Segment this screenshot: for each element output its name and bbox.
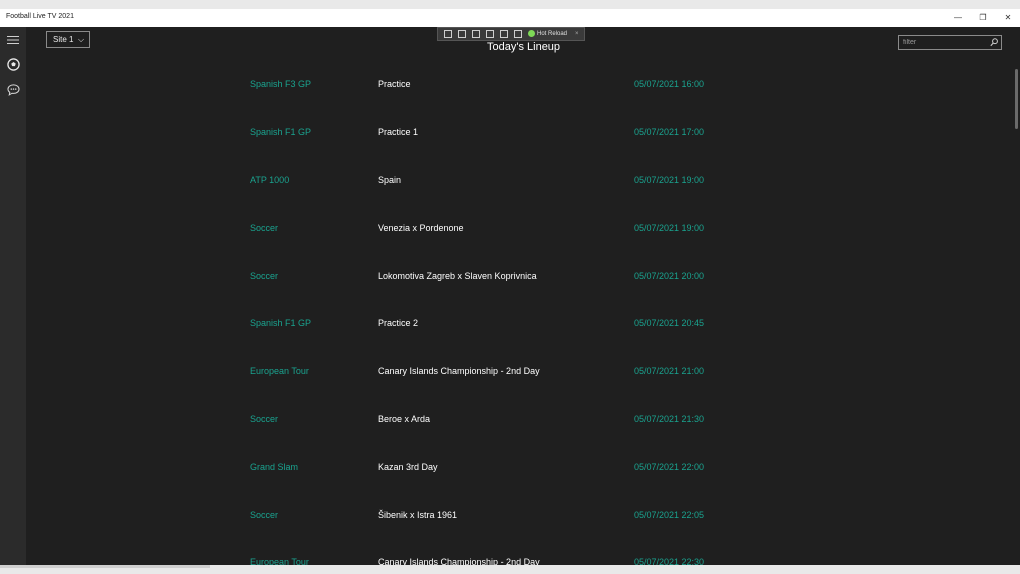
- close-button[interactable]: ✕: [996, 9, 1020, 27]
- lineup-row[interactable]: Soccer Lokomotiva Zagreb x Slaven Kopriv…: [26, 270, 1006, 290]
- event-datetime: 05/07/2021 20:00: [634, 271, 705, 281]
- lineup-row[interactable]: Spanish F1 GP Practice 1 05/07/2021 17:0…: [26, 126, 1006, 146]
- hamburger-icon: [7, 36, 19, 44]
- nav-item-chat[interactable]: [0, 79, 26, 101]
- event-name: Šibenik x Istra 1961: [378, 510, 458, 520]
- app-window: Football Live TV 2021 — ❐ ✕ Site 1 ⌵ Hot…: [0, 9, 1020, 565]
- event-name: Practice 2: [378, 318, 419, 328]
- main-content: Site 1 ⌵ Hot Reload × Today's Lineup fil…: [26, 27, 1020, 565]
- lineup-row[interactable]: European Tour Canary Islands Championshi…: [26, 365, 1006, 385]
- event-datetime: 05/07/2021 22:00: [634, 462, 705, 472]
- event-name: Canary Islands Championship - 2nd Day: [378, 366, 540, 376]
- lineup-row[interactable]: Soccer Šibenik x Istra 1961 05/07/2021 2…: [26, 509, 1006, 529]
- lineup-row[interactable]: Grand Slam Kazan 3rd Day 05/07/2021 22:0…: [26, 461, 1006, 481]
- event-datetime: 05/07/2021 16:00: [634, 79, 705, 89]
- event-name: Kazan 3rd Day: [378, 462, 438, 472]
- sport-name: Spanish F3 GP: [250, 79, 312, 89]
- event-datetime: 05/07/2021 22:05: [634, 510, 705, 520]
- event-datetime: 05/07/2021 20:45: [634, 318, 705, 328]
- sport-name: Spanish F1 GP: [250, 318, 312, 328]
- maximize-button[interactable]: ❐: [971, 9, 995, 27]
- soccer-ball-icon: [6, 57, 20, 71]
- event-datetime: 05/07/2021 19:00: [634, 223, 705, 233]
- sport-name: Grand Slam: [250, 462, 299, 472]
- minimize-button[interactable]: —: [946, 9, 970, 27]
- event-name: Beroe x Arda: [378, 414, 431, 424]
- event-datetime: 05/07/2021 22:30: [634, 557, 705, 565]
- event-name: Practice: [378, 79, 411, 89]
- event-datetime: 05/07/2021 17:00: [634, 127, 705, 137]
- lineup-row[interactable]: Soccer Venezia x Pordenone 05/07/2021 19…: [26, 222, 1006, 242]
- nav-item-football[interactable]: [0, 53, 26, 75]
- event-name: Spain: [378, 175, 402, 185]
- event-name: Practice 1: [378, 127, 419, 137]
- navigation-rail: [0, 27, 26, 565]
- event-name: Lokomotiva Zagreb x Slaven Koprivnica: [378, 271, 537, 281]
- sport-name: Soccer: [250, 414, 279, 424]
- event-datetime: 05/07/2021 21:00: [634, 366, 705, 376]
- event-name: Venezia x Pordenone: [378, 223, 464, 233]
- vertical-scrollbar[interactable]: [1015, 69, 1018, 129]
- lineup-list: Spanish F3 GP Practice 05/07/2021 16:00 …: [26, 27, 1006, 565]
- event-datetime: 05/07/2021 19:00: [634, 175, 705, 185]
- horizontal-scrollbar[interactable]: [0, 565, 210, 568]
- lineup-row[interactable]: Spanish F3 GP Practice 05/07/2021 16:00: [26, 78, 1006, 98]
- chat-bubble-icon: [6, 84, 20, 96]
- sport-name: Soccer: [250, 223, 279, 233]
- lineup-row[interactable]: ATP 1000 Spain 05/07/2021 19:00: [26, 174, 1006, 194]
- lineup-row[interactable]: Spanish F1 GP Practice 2 05/07/2021 20:4…: [26, 317, 1006, 337]
- event-datetime: 05/07/2021 21:30: [634, 414, 705, 424]
- window-title: Football Live TV 2021: [6, 13, 74, 20]
- bottom-edge: [0, 565, 1020, 574]
- sport-name: European Tour: [250, 557, 309, 565]
- lineup-row[interactable]: European Tour Canary Islands Championshi…: [26, 556, 1006, 565]
- title-bar: Football Live TV 2021 — ❐ ✕: [0, 9, 1020, 27]
- event-name: Canary Islands Championship - 2nd Day: [378, 557, 540, 565]
- sport-name: Soccer: [250, 271, 279, 281]
- lineup-row[interactable]: Soccer Beroe x Arda 05/07/2021 21:30: [26, 413, 1006, 433]
- sport-name: ATP 1000: [250, 175, 290, 185]
- sport-name: Soccer: [250, 510, 279, 520]
- sport-name: Spanish F1 GP: [250, 127, 312, 137]
- sport-name: European Tour: [250, 366, 309, 376]
- hamburger-menu-button[interactable]: [0, 29, 26, 51]
